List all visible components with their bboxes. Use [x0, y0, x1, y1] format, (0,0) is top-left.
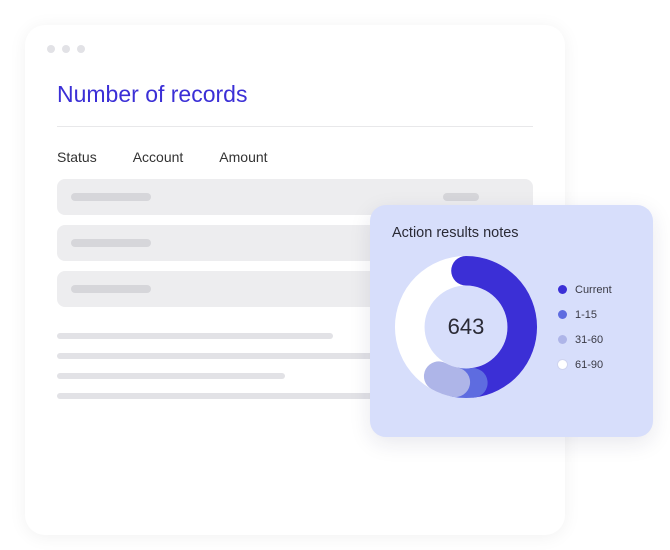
action-results-card: Action results notes 643 Current 1-15	[370, 205, 653, 437]
donut-chart: 643	[392, 253, 540, 401]
column-header-account: Account	[133, 149, 184, 165]
legend-item-1-15: 1-15	[558, 309, 612, 321]
placeholder-bar	[71, 285, 151, 293]
column-headers: Status Account Amount	[57, 149, 565, 165]
window-dot-icon	[62, 45, 70, 53]
legend-dot-icon	[558, 310, 567, 319]
placeholder-line	[57, 353, 400, 359]
placeholder-bar	[71, 193, 151, 201]
legend-dot-icon	[558, 285, 567, 294]
donut-center-value: 643	[392, 253, 540, 401]
column-header-amount: Amount	[219, 149, 267, 165]
divider	[57, 126, 533, 127]
legend-item-31-60: 31-60	[558, 334, 612, 346]
page-title: Number of records	[57, 81, 565, 108]
column-header-status: Status	[57, 149, 97, 165]
card-title: Action results notes	[392, 225, 653, 241]
placeholder-line	[57, 333, 333, 339]
legend-label: Current	[575, 284, 612, 296]
legend-item-current: Current	[558, 284, 612, 296]
legend: Current 1-15 31-60 61-90	[558, 284, 612, 371]
legend-dot-icon	[558, 360, 567, 369]
chart-wrap: 643 Current 1-15 31-60 61-90	[392, 253, 653, 401]
placeholder-line	[57, 373, 285, 379]
legend-dot-icon	[558, 335, 567, 344]
legend-label: 61-90	[575, 359, 603, 371]
window-dot-icon	[47, 45, 55, 53]
window-dot-icon	[77, 45, 85, 53]
legend-item-61-90: 61-90	[558, 359, 612, 371]
legend-label: 1-15	[575, 309, 597, 321]
window-controls	[25, 25, 565, 53]
legend-label: 31-60	[575, 334, 603, 346]
placeholder-bar	[443, 193, 479, 201]
placeholder-bar	[71, 239, 151, 247]
